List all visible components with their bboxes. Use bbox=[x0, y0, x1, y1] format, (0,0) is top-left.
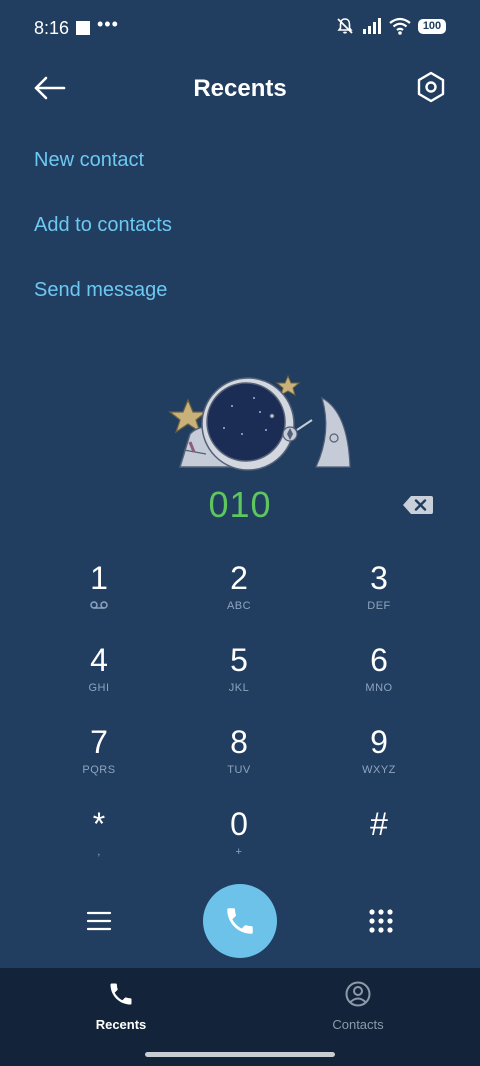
tab-recents[interactable]: Recents bbox=[51, 980, 191, 1032]
key-9[interactable]: 9 WXYZ bbox=[309, 722, 449, 804]
dialpad-row: 1 2 ABC 3 DEF bbox=[29, 558, 449, 640]
dialpad-row: * , 0 + # bbox=[29, 804, 449, 886]
key-0[interactable]: 0 + bbox=[169, 804, 309, 886]
key-digit: # bbox=[370, 806, 388, 842]
status-icons: 100 bbox=[335, 16, 446, 36]
dialpad-row: 7 PQRS 8 TUV 9 WXYZ bbox=[29, 722, 449, 804]
key-letters: ABC bbox=[226, 600, 252, 612]
key-digit: 4 bbox=[90, 642, 108, 678]
key-letters: DEF bbox=[367, 600, 391, 612]
key-5[interactable]: 5 JKL bbox=[169, 640, 309, 722]
key-star[interactable]: * , bbox=[29, 804, 169, 886]
key-letters: WXYZ bbox=[362, 764, 396, 776]
key-digit: 2 bbox=[230, 560, 248, 596]
key-4[interactable]: 4 GHI bbox=[29, 640, 169, 722]
key-2[interactable]: 2 ABC bbox=[169, 558, 309, 640]
key-digit: 6 bbox=[370, 642, 388, 678]
key-letters: MNO bbox=[365, 682, 393, 694]
key-digit: 9 bbox=[370, 724, 388, 760]
page-title: Recents bbox=[193, 75, 287, 102]
key-digit: 3 bbox=[370, 560, 388, 596]
wifi-icon bbox=[389, 17, 411, 35]
tab-contacts[interactable]: Contacts bbox=[288, 980, 428, 1032]
phone-icon bbox=[110, 983, 132, 1005]
key-letters: GHI bbox=[88, 682, 110, 694]
backspace-icon[interactable] bbox=[402, 494, 434, 516]
action-list: New contact Add to contacts Send message bbox=[34, 144, 172, 339]
key-8[interactable]: 8 TUV bbox=[169, 722, 309, 804]
dialpad-icon[interactable] bbox=[366, 906, 396, 936]
astronaut-illustration bbox=[168, 374, 351, 471]
more-notifications-indicator: ••• bbox=[97, 14, 119, 34]
dialpad: 1 2 ABC 3 DEF 4 GHI 5 JKL 6 MNO 7 PQRS 8… bbox=[29, 558, 449, 886]
key-digit: 8 bbox=[230, 724, 248, 760]
send-message-link[interactable]: Send message bbox=[34, 274, 172, 339]
battery-indicator: 100 bbox=[418, 18, 446, 34]
new-contact-link[interactable]: New contact bbox=[34, 144, 172, 209]
key-letters: PQRS bbox=[82, 764, 116, 776]
dialpad-row: 4 GHI 5 JKL 6 MNO bbox=[29, 640, 449, 722]
hamburger-icon[interactable] bbox=[84, 906, 114, 936]
key-digit: 7 bbox=[90, 724, 108, 760]
key-1[interactable]: 1 bbox=[29, 558, 169, 640]
mute-bell-icon bbox=[337, 18, 353, 34]
home-indicator[interactable] bbox=[145, 1052, 335, 1057]
voicemail-icon bbox=[90, 601, 108, 609]
tab-recents-label: Recents bbox=[95, 1017, 147, 1032]
add-to-contacts-link[interactable]: Add to contacts bbox=[34, 209, 172, 274]
key-letters: + bbox=[235, 846, 243, 858]
call-button[interactable] bbox=[203, 884, 277, 958]
key-hash[interactable]: # bbox=[309, 804, 449, 886]
status-bar: 8:16 ••• 100 bbox=[0, 0, 480, 56]
key-3[interactable]: 3 DEF bbox=[309, 558, 449, 640]
key-digit: 0 bbox=[230, 806, 248, 842]
key-letters: TUV bbox=[227, 764, 251, 776]
dialer-actions bbox=[0, 884, 480, 960]
key-letters: JKL bbox=[228, 682, 250, 694]
tab-contacts-label: Contacts bbox=[332, 1017, 384, 1032]
key-digit: * bbox=[92, 806, 106, 842]
status-time: 8:16 bbox=[34, 18, 70, 38]
phone-icon bbox=[227, 908, 253, 934]
settings-icon[interactable] bbox=[414, 70, 448, 104]
key-digit: 1 bbox=[90, 560, 108, 596]
signal-icon bbox=[363, 18, 381, 34]
person-circle-icon bbox=[345, 981, 371, 1007]
notification-square-icon bbox=[76, 21, 90, 35]
key-letters: , bbox=[97, 846, 101, 858]
key-digit: 5 bbox=[230, 642, 248, 678]
top-bar: Recents bbox=[0, 64, 480, 116]
key-7[interactable]: 7 PQRS bbox=[29, 722, 169, 804]
key-6[interactable]: 6 MNO bbox=[309, 640, 449, 722]
